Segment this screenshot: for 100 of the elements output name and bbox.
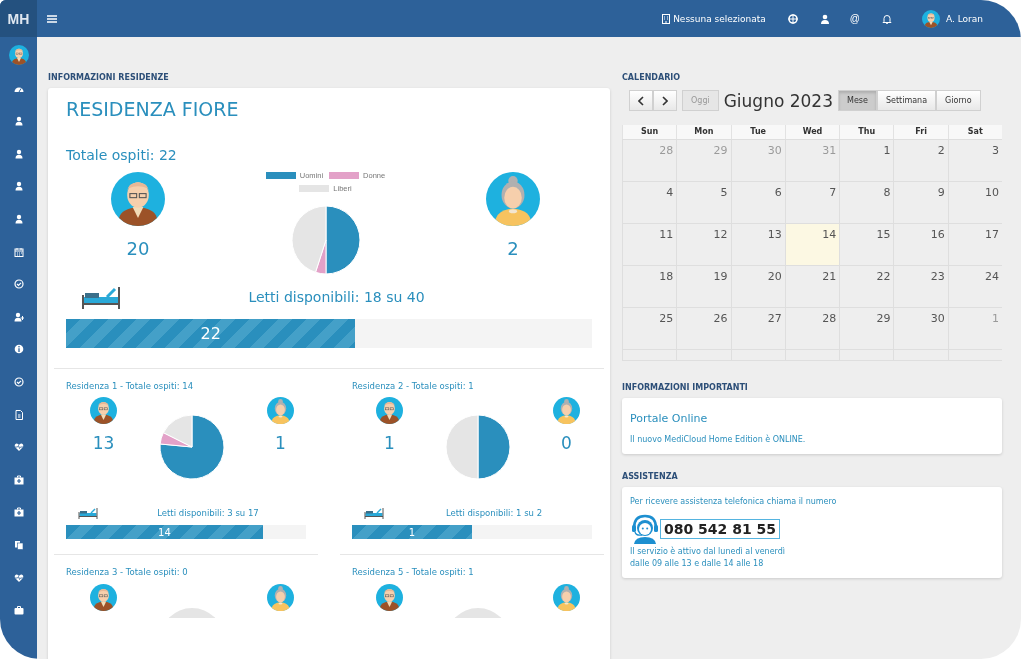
residence-summary: Residenza 2 - Totale ospiti: 1 (352, 381, 475, 391)
man-avatar (111, 172, 165, 226)
day-cell[interactable]: 21 (784, 265, 840, 307)
user-avatar[interactable] (922, 9, 940, 28)
day-cell[interactable]: 12 (676, 223, 731, 265)
day-cell[interactable]: 23 (893, 265, 948, 307)
day-cell[interactable]: 13 (730, 223, 785, 265)
section-heading: CALENDARIO (622, 73, 682, 82)
day-cell[interactable]: 27 (730, 307, 785, 349)
men-count: 1 (384, 433, 395, 453)
profile-avatar[interactable] (8, 45, 29, 65)
next-button[interactable] (653, 90, 677, 111)
guest-total: Totale ospiti: 22 (65, 147, 178, 163)
user-icon[interactable] (13, 116, 24, 127)
occupancy-fill: 1 (352, 525, 472, 539)
day-cell[interactable]: 1 (839, 139, 894, 181)
day-cell[interactable]: 25 (622, 307, 677, 349)
facility-selector[interactable]: Nessuna selezionata (662, 13, 766, 24)
service-hours: Il servizio è attivo dal lunedì al venerdì (630, 547, 786, 556)
day-cell[interactable]: 5 (676, 181, 731, 223)
weekday-header: Wed (784, 125, 840, 139)
support-agent-icon (630, 514, 660, 544)
day-cell[interactable]: 24 (947, 265, 1002, 307)
day-cell[interactable]: 15 (839, 223, 894, 265)
men-count: 20 (126, 238, 150, 259)
residence-summary: Residenza 5 - Totale ospiti: 1 (352, 567, 475, 577)
woman-avatar (553, 584, 580, 611)
user-plus-icon[interactable] (13, 311, 24, 322)
day-cell[interactable]: 2 (893, 139, 948, 181)
info-text: Il nuovo MediCloud Home Edition è ONLINE. (630, 435, 807, 444)
section-heading: ASSISTENZA (622, 472, 679, 481)
month-title: Giugno 2023 (723, 90, 833, 111)
document-icon[interactable] (13, 409, 24, 420)
bed-icon (364, 507, 384, 519)
view-tab[interactable]: Giorno (936, 90, 981, 111)
day-cell[interactable]: 26 (676, 307, 731, 349)
medkit-icon[interactable] (13, 507, 24, 518)
check-icon[interactable] (13, 376, 24, 387)
weekday-header: Sun (622, 125, 677, 139)
menu-icon[interactable] (47, 13, 57, 24)
chevron-right-icon (662, 95, 668, 106)
weekday-header: Thu (839, 125, 894, 139)
briefcase-icon[interactable] (13, 605, 24, 616)
email-link[interactable]: @ (849, 13, 860, 24)
lifebuoy-icon[interactable] (787, 13, 798, 24)
man-avatar (376, 397, 403, 424)
day-cell[interactable]: 14 (784, 223, 840, 265)
documents-icon[interactable] (13, 539, 24, 550)
day-cell[interactable]: 22 (839, 265, 894, 307)
building-icon (662, 13, 671, 24)
view-tab[interactable]: Mese (838, 90, 877, 111)
pie-slice (446, 415, 479, 479)
heart-icon[interactable] (13, 572, 24, 583)
weekday-header: Sat (947, 125, 1002, 139)
user-name[interactable]: A. Loran (946, 13, 983, 24)
bed-icon (78, 507, 98, 519)
view-tab[interactable]: Settimana (876, 90, 937, 111)
day-cell[interactable]: 11 (622, 223, 677, 265)
man-avatar (376, 584, 403, 611)
user-icon[interactable] (13, 213, 24, 224)
occupancy-fill: 14 (66, 525, 263, 539)
service-hours: dalle 09 alle 13 e dalle 14 alle 18 (630, 559, 765, 568)
medkit-icon[interactable] (13, 474, 24, 485)
info-title: Portale Online (630, 412, 709, 425)
woman-avatar (553, 397, 580, 424)
weekday-header: Fri (893, 125, 948, 139)
day-cell[interactable]: 3 (947, 139, 1002, 181)
assistance-text: Per ricevere assistenza telefonica chiama il numero (630, 497, 838, 506)
woman-avatar (267, 397, 294, 424)
day-cell[interactable]: 30 (893, 307, 948, 349)
day-cell[interactable]: 16 (893, 223, 948, 265)
info-icon[interactable] (13, 344, 24, 355)
heart-icon[interactable] (13, 442, 24, 453)
day-cell[interactable]: 18 (622, 265, 677, 307)
day-cell[interactable]: 8 (839, 181, 894, 223)
residence-title: RESIDENZA FIORE (65, 98, 240, 120)
men-count: 13 (92, 433, 115, 453)
day-cell[interactable]: 19 (676, 265, 731, 307)
calendar-icon[interactable] (13, 246, 24, 257)
beds-available: Letti disponibili: 1 su 2 (444, 508, 544, 518)
previous-button[interactable] (629, 90, 653, 111)
user-icon[interactable] (819, 13, 830, 24)
day-cell[interactable]: 20 (730, 265, 785, 307)
residence-summary: Residenza 1 - Totale ospiti: 14 (66, 381, 195, 391)
day-cell[interactable]: 4 (622, 181, 677, 223)
day-cell[interactable]: 10 (947, 181, 1002, 223)
user-icon[interactable] (13, 148, 24, 159)
day-cell[interactable]: 9 (893, 181, 948, 223)
women-count: 2 (507, 238, 519, 259)
day-cell[interactable]: 17 (947, 223, 1002, 265)
residence-summary: Residenza 3 - Totale ospiti: 0 (66, 567, 189, 577)
woman-avatar (267, 584, 294, 611)
bell-icon[interactable] (882, 13, 892, 24)
check-icon[interactable] (13, 279, 24, 290)
user-icon[interactable] (13, 181, 24, 192)
day-cell[interactable]: 6 (730, 181, 785, 223)
day-cell[interactable]: 29 (839, 307, 894, 349)
woman-avatar (486, 172, 540, 226)
women-count: 0 (561, 433, 572, 453)
day-cell[interactable]: 28 (784, 307, 840, 349)
